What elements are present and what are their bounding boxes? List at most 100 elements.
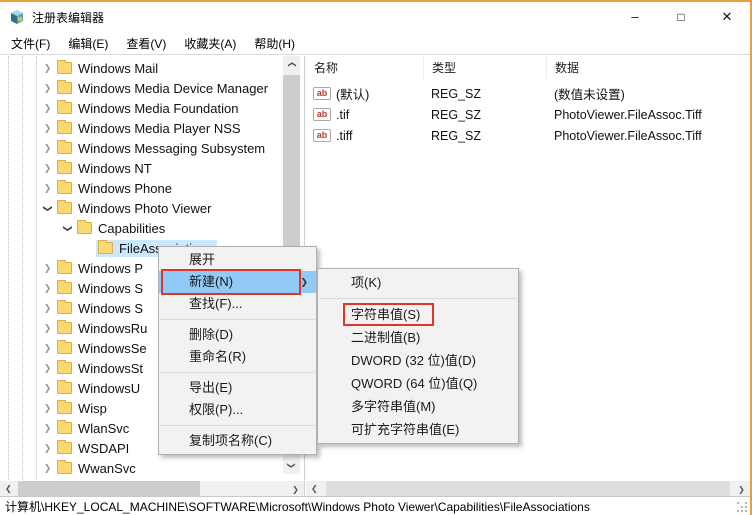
folder-icon	[57, 362, 72, 374]
context-menu-rename[interactable]: 重命名(R)	[159, 346, 316, 368]
chevron-right-icon[interactable]: ❯	[41, 443, 54, 454]
chevron-right-icon[interactable]: ❯	[41, 283, 54, 294]
scrollbar-thumb[interactable]	[283, 75, 300, 263]
new-submenu: 项(K) 字符串值(S) 二进制值(B) DWORD (32 位)值(D) QW…	[317, 268, 519, 444]
tree-item-label: Wisp	[78, 401, 107, 416]
tree-item-messaging[interactable]: ❯ Windows Messaging Subsystem	[0, 138, 284, 158]
value-name: .tiff	[336, 129, 431, 143]
menu-view[interactable]: 查看(V)	[117, 32, 175, 55]
chevron-right-icon[interactable]: ❯	[41, 463, 54, 474]
maximize-button[interactable]: □	[658, 2, 704, 32]
value-data: (数值未设置)	[554, 84, 750, 103]
tree-item-label: Windows S	[78, 281, 143, 296]
resize-grip-icon[interactable]	[737, 502, 747, 512]
chevron-down-icon[interactable]: ❯	[62, 222, 73, 235]
tree-item-wmf[interactable]: ❯ Windows Media Foundation	[0, 98, 284, 118]
submenu-dword-value[interactable]: DWORD (32 位)值(D)	[318, 349, 518, 372]
column-header-name[interactable]: 名称	[306, 56, 424, 79]
value-name: .tif	[336, 108, 431, 122]
context-menu-copy-key-name[interactable]: 复制项名称(C)	[159, 430, 316, 452]
chevron-right-icon[interactable]: ❯	[41, 63, 54, 74]
column-header-type[interactable]: 类型	[424, 56, 547, 79]
column-header-data[interactable]: 数据	[547, 56, 750, 79]
tree-item-label: Windows Photo Viewer	[78, 201, 211, 216]
submenu-key[interactable]: 项(K)	[318, 271, 518, 294]
status-path: 计算机\HKEY_LOCAL_MACHINE\SOFTWARE\Microsof…	[5, 498, 590, 515]
folder-icon	[57, 102, 72, 114]
chevron-right-icon[interactable]: ❯	[41, 323, 54, 334]
tree-item-capabilities[interactable]: ❯ Capabilities	[0, 218, 284, 238]
value-data: PhotoViewer.FileAssoc.Tiff	[554, 129, 750, 143]
minimize-button[interactable]: –	[612, 2, 658, 32]
chevron-right-icon[interactable]: ❯	[41, 143, 54, 154]
context-menu-delete[interactable]: 删除(D)	[159, 324, 316, 346]
scroll-up-button[interactable]: ❯	[283, 56, 300, 73]
chevron-right-icon[interactable]: ❯	[41, 423, 54, 434]
folder-icon	[57, 462, 72, 474]
value-row-default[interactable]: ab (默认) REG_SZ (数值未设置)	[306, 83, 750, 104]
chevron-right-icon[interactable]: ❯	[41, 183, 54, 194]
tree-item-windows-phone[interactable]: ❯ Windows Phone	[0, 178, 284, 198]
value-row-tif[interactable]: ab .tif REG_SZ PhotoViewer.FileAssoc.Tif…	[306, 104, 750, 125]
tree-item-windows-photo-viewer[interactable]: ❯ Windows Photo Viewer	[0, 198, 284, 218]
chevron-right-icon[interactable]: ❯	[41, 383, 54, 394]
chevron-right-icon[interactable]: ❯	[41, 103, 54, 114]
tree-item-windows-mail[interactable]: ❯ Windows Mail	[0, 58, 284, 78]
tree-item-wwansvc[interactable]: ❯ WwanSvc	[0, 458, 284, 478]
submenu-qword-value[interactable]: QWORD (64 位)值(Q)	[318, 372, 518, 395]
chevron-right-icon[interactable]: ❯	[41, 263, 54, 274]
submenu-string-value[interactable]: 字符串值(S)	[318, 303, 518, 326]
context-menu-export[interactable]: 导出(E)	[159, 377, 316, 399]
tree-item-label: Windows Mail	[78, 61, 158, 76]
tree-item-windows-nt[interactable]: ❯ Windows NT	[0, 158, 284, 178]
chevron-up-icon: ❯	[283, 61, 300, 68]
value-name: (默认)	[336, 84, 431, 103]
folder-icon	[57, 322, 72, 334]
folder-icon	[77, 222, 92, 234]
chevron-down-icon: ❯	[283, 462, 300, 469]
tree-item-wmp-nss[interactable]: ❯ Windows Media Player NSS	[0, 118, 284, 138]
tree-item-label: Windows Media Device Manager	[78, 81, 268, 96]
menu-help[interactable]: 帮助(H)	[245, 32, 304, 55]
folder-icon	[57, 262, 72, 274]
context-menu-permissions[interactable]: 权限(P)...	[159, 399, 316, 421]
context-menu-new[interactable]: 新建(N) ❯	[159, 271, 316, 293]
submenu-arrow-icon: ❯	[300, 271, 308, 293]
folder-icon	[57, 422, 72, 434]
folder-icon	[57, 162, 72, 174]
chevron-right-icon[interactable]: ❯	[41, 123, 54, 134]
tree-item-label: WindowsSt	[78, 361, 143, 376]
chevron-right-icon[interactable]: ❯	[41, 303, 54, 314]
folder-icon	[57, 202, 72, 214]
context-menu-find[interactable]: 查找(F)...	[159, 293, 316, 315]
menu-edit[interactable]: 编辑(E)	[59, 32, 117, 55]
close-button[interactable]: ✕	[704, 2, 750, 32]
context-menu-expand[interactable]: 展开	[159, 249, 316, 271]
folder-icon	[57, 442, 72, 454]
chevron-right-icon[interactable]: ❯	[41, 343, 54, 354]
scroll-down-button[interactable]: ❯	[283, 457, 300, 474]
folder-icon	[57, 82, 72, 94]
folder-icon	[57, 282, 72, 294]
tree-item-label: Windows S	[78, 301, 143, 316]
folder-icon	[57, 342, 72, 354]
chevron-right-icon[interactable]: ❯	[41, 163, 54, 174]
tree-item-wmdm[interactable]: ❯ Windows Media Device Manager	[0, 78, 284, 98]
submenu-multi-string-value[interactable]: 多字符串值(M)	[318, 395, 518, 418]
tree-item-label: Windows P	[78, 261, 143, 276]
tree-item-label: WwanSvc	[78, 461, 136, 476]
menu-favorites[interactable]: 收藏夹(A)	[175, 32, 245, 55]
value-type: REG_SZ	[431, 108, 554, 122]
value-row-tiff[interactable]: ab .tiff REG_SZ PhotoViewer.FileAssoc.Ti…	[306, 125, 750, 146]
submenu-binary-value[interactable]: 二进制值(B)	[318, 326, 518, 349]
chevron-right-icon[interactable]: ❯	[41, 363, 54, 374]
chevron-down-icon[interactable]: ❯	[42, 202, 53, 215]
context-menu: 展开 新建(N) ❯ 查找(F)... 删除(D) 重命名(R) 导出(E) 权…	[158, 246, 317, 455]
folder-icon	[57, 402, 72, 414]
chevron-right-icon[interactable]: ❯	[41, 83, 54, 94]
chevron-right-icon[interactable]: ❯	[41, 403, 54, 414]
menu-separator	[160, 319, 315, 320]
tree-item-label: Windows NT	[78, 161, 152, 176]
menu-file[interactable]: 文件(F)	[2, 32, 59, 55]
submenu-expandable-string-value[interactable]: 可扩充字符串值(E)	[318, 418, 518, 441]
